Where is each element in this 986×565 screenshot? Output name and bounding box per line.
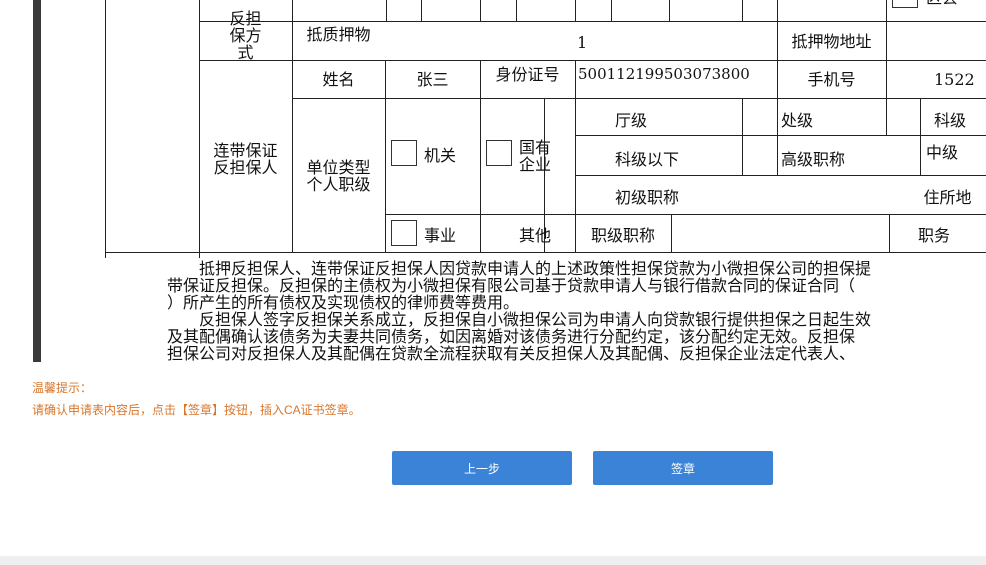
other-label: 其他: [519, 226, 552, 245]
counter-guarantee-method-label-2: 保方: [229, 26, 262, 45]
rule: [575, 175, 986, 176]
rule: [480, 0, 481, 21]
position-label: 职务: [917, 226, 950, 245]
collateral-address-label: 抵押物地址: [791, 32, 872, 51]
terms-line: 及其配偶确认该债务为夫妻共同债务，如因离婚对该债务进行分配约定，该分配约定无效。…: [167, 327, 856, 346]
rank-below-ke: 科级以下: [615, 150, 680, 169]
rule: [385, 214, 986, 215]
rule: [386, 0, 387, 21]
address-label: 住所地: [923, 188, 972, 207]
rule: [671, 214, 672, 252]
rank-ke: 科级: [934, 111, 967, 130]
id-label: 身份证号: [495, 65, 560, 84]
rule: [292, 98, 986, 99]
joint-guarantor-label-2: 反担保人: [213, 158, 278, 177]
district-label: 区县: [926, 0, 958, 6]
rule: [480, 60, 481, 252]
tips-title: 温馨提示：: [32, 381, 93, 395]
footer-bar: [0, 556, 986, 565]
rule: [516, 0, 517, 21]
rule: [575, 135, 986, 136]
application-form-page: 区县 反担 保方 式 连带保证 反担保人 抵质押物 1 抵押物地址 姓名 张三 …: [41, 0, 986, 362]
collateral-value: 1: [577, 33, 588, 52]
terms-paragraph: 抵押反担保人、连带保证反担保人因贷款申请人的上述政策性担保贷款为小微担保公司的担…: [167, 260, 986, 362]
rule: [199, 21, 986, 22]
rule: [575, 0, 576, 21]
rank-ting: 厅级: [615, 111, 648, 130]
state-enterprise-label-2: 企业: [519, 155, 552, 174]
rule: [886, 0, 887, 135]
document-viewer[interactable]: 区县 反担 保方 式 连带保证 反担保人 抵质押物 1 抵押物地址 姓名 张三 …: [33, 0, 986, 362]
shiye-label: 事业: [424, 226, 457, 245]
previous-step-button[interactable]: 上一步: [392, 451, 572, 485]
rule: [385, 60, 386, 252]
counter-guarantee-method-label: 反担: [229, 9, 262, 28]
rule: [575, 60, 576, 252]
sign-button[interactable]: 签章: [593, 451, 773, 485]
rank-chu: 处级: [781, 111, 814, 130]
personal-rank-label: 个人职级: [306, 175, 371, 194]
rule: [742, 0, 743, 21]
rule: [611, 0, 612, 21]
rule: [106, 252, 986, 253]
rule: [742, 98, 743, 175]
rank-title-label: 职级职称: [590, 226, 655, 245]
rule: [920, 98, 921, 175]
collateral-label: 抵质押物: [306, 25, 371, 44]
rule: [669, 0, 670, 21]
form-table: 区县 反担 保方 式 连带保证 反担保人 抵质押物 1 抵押物地址 姓名 张三 …: [105, 0, 986, 258]
rule: [199, 60, 986, 61]
shiye-checkbox[interactable]: [391, 220, 417, 246]
joint-guarantor-label: 连带保证: [213, 141, 278, 160]
rule: [421, 0, 422, 21]
rule: [777, 0, 778, 21]
jiguan-checkbox[interactable]: [391, 140, 417, 166]
name-label: 姓名: [322, 70, 355, 89]
district-checkbox[interactable]: [892, 0, 918, 8]
phone-label: 手机号: [807, 70, 856, 89]
id-value: 500112199503073800: [578, 65, 750, 83]
terms-line: 抵押反担保人、连带保证反担保人因贷款申请人的上述政策性担保贷款为小微担保公司的担…: [167, 259, 872, 278]
terms-line: 带保证反担保。反担保的主债权为小微担保有限公司基于贷款申请人与银行借款合同的保证…: [167, 276, 856, 295]
unit-type-label: 单位类型: [306, 158, 371, 177]
state-enterprise-checkbox[interactable]: [486, 140, 512, 166]
rank-middle: 中级: [926, 143, 959, 162]
phone-value: 1522: [934, 70, 975, 89]
rank-senior-title: 高级职称: [781, 150, 846, 169]
tips-body: 请确认申请表内容后，点击【签章】按钮，插入CA证书签章。: [32, 403, 361, 417]
terms-line: 反担保人签字反担保关系成立，反担保自小微担保公司为申请人向贷款银行提供担保之日起…: [167, 310, 872, 329]
terms-line: 担保公司对反担保人及其配偶在贷款全流程获取有关反担保人及其配偶、反担保企业法定代…: [167, 344, 856, 362]
terms-line: ）所产生的所有债权及实现债权的律师费等费用。: [167, 293, 520, 312]
jiguan-label: 机关: [424, 146, 457, 165]
counter-guarantee-method-label-3: 式: [237, 43, 254, 62]
state-enterprise-label: 国有: [519, 138, 552, 157]
name-value: 张三: [416, 70, 449, 89]
rank-junior-title: 初级职称: [615, 188, 680, 207]
